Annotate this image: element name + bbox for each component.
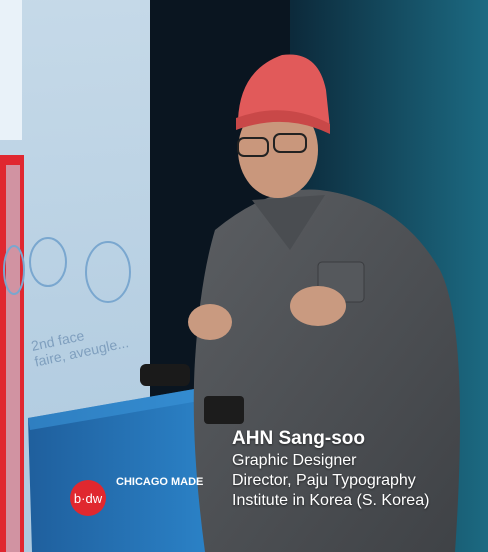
speaker-title-line-1: Graphic Designer xyxy=(232,452,357,469)
speaker-caption: AHN Sang-soo Graphic Designer Director, … xyxy=(232,427,429,511)
podium-logo: b·dw xyxy=(70,480,106,516)
speaker-name: AHN Sang-soo xyxy=(232,428,365,449)
camera xyxy=(204,396,244,424)
podium-logo-text: b·dw xyxy=(73,490,103,506)
speaker-right-hand xyxy=(290,286,346,326)
speaker-title-line-3: Institute in Korea (S. Korea) xyxy=(232,492,430,509)
slide-strip xyxy=(6,165,20,552)
slide-edge xyxy=(0,0,22,140)
microphone xyxy=(140,364,190,386)
photo-stage: 2nd face faire, aveugle... b·dw CHICAGO … xyxy=(0,0,488,552)
speaker-title-line-2: Director, Paju Typography xyxy=(232,472,416,489)
podium-sign: CHICAGO MADE xyxy=(116,476,204,488)
speaker-left-hand xyxy=(188,304,232,340)
